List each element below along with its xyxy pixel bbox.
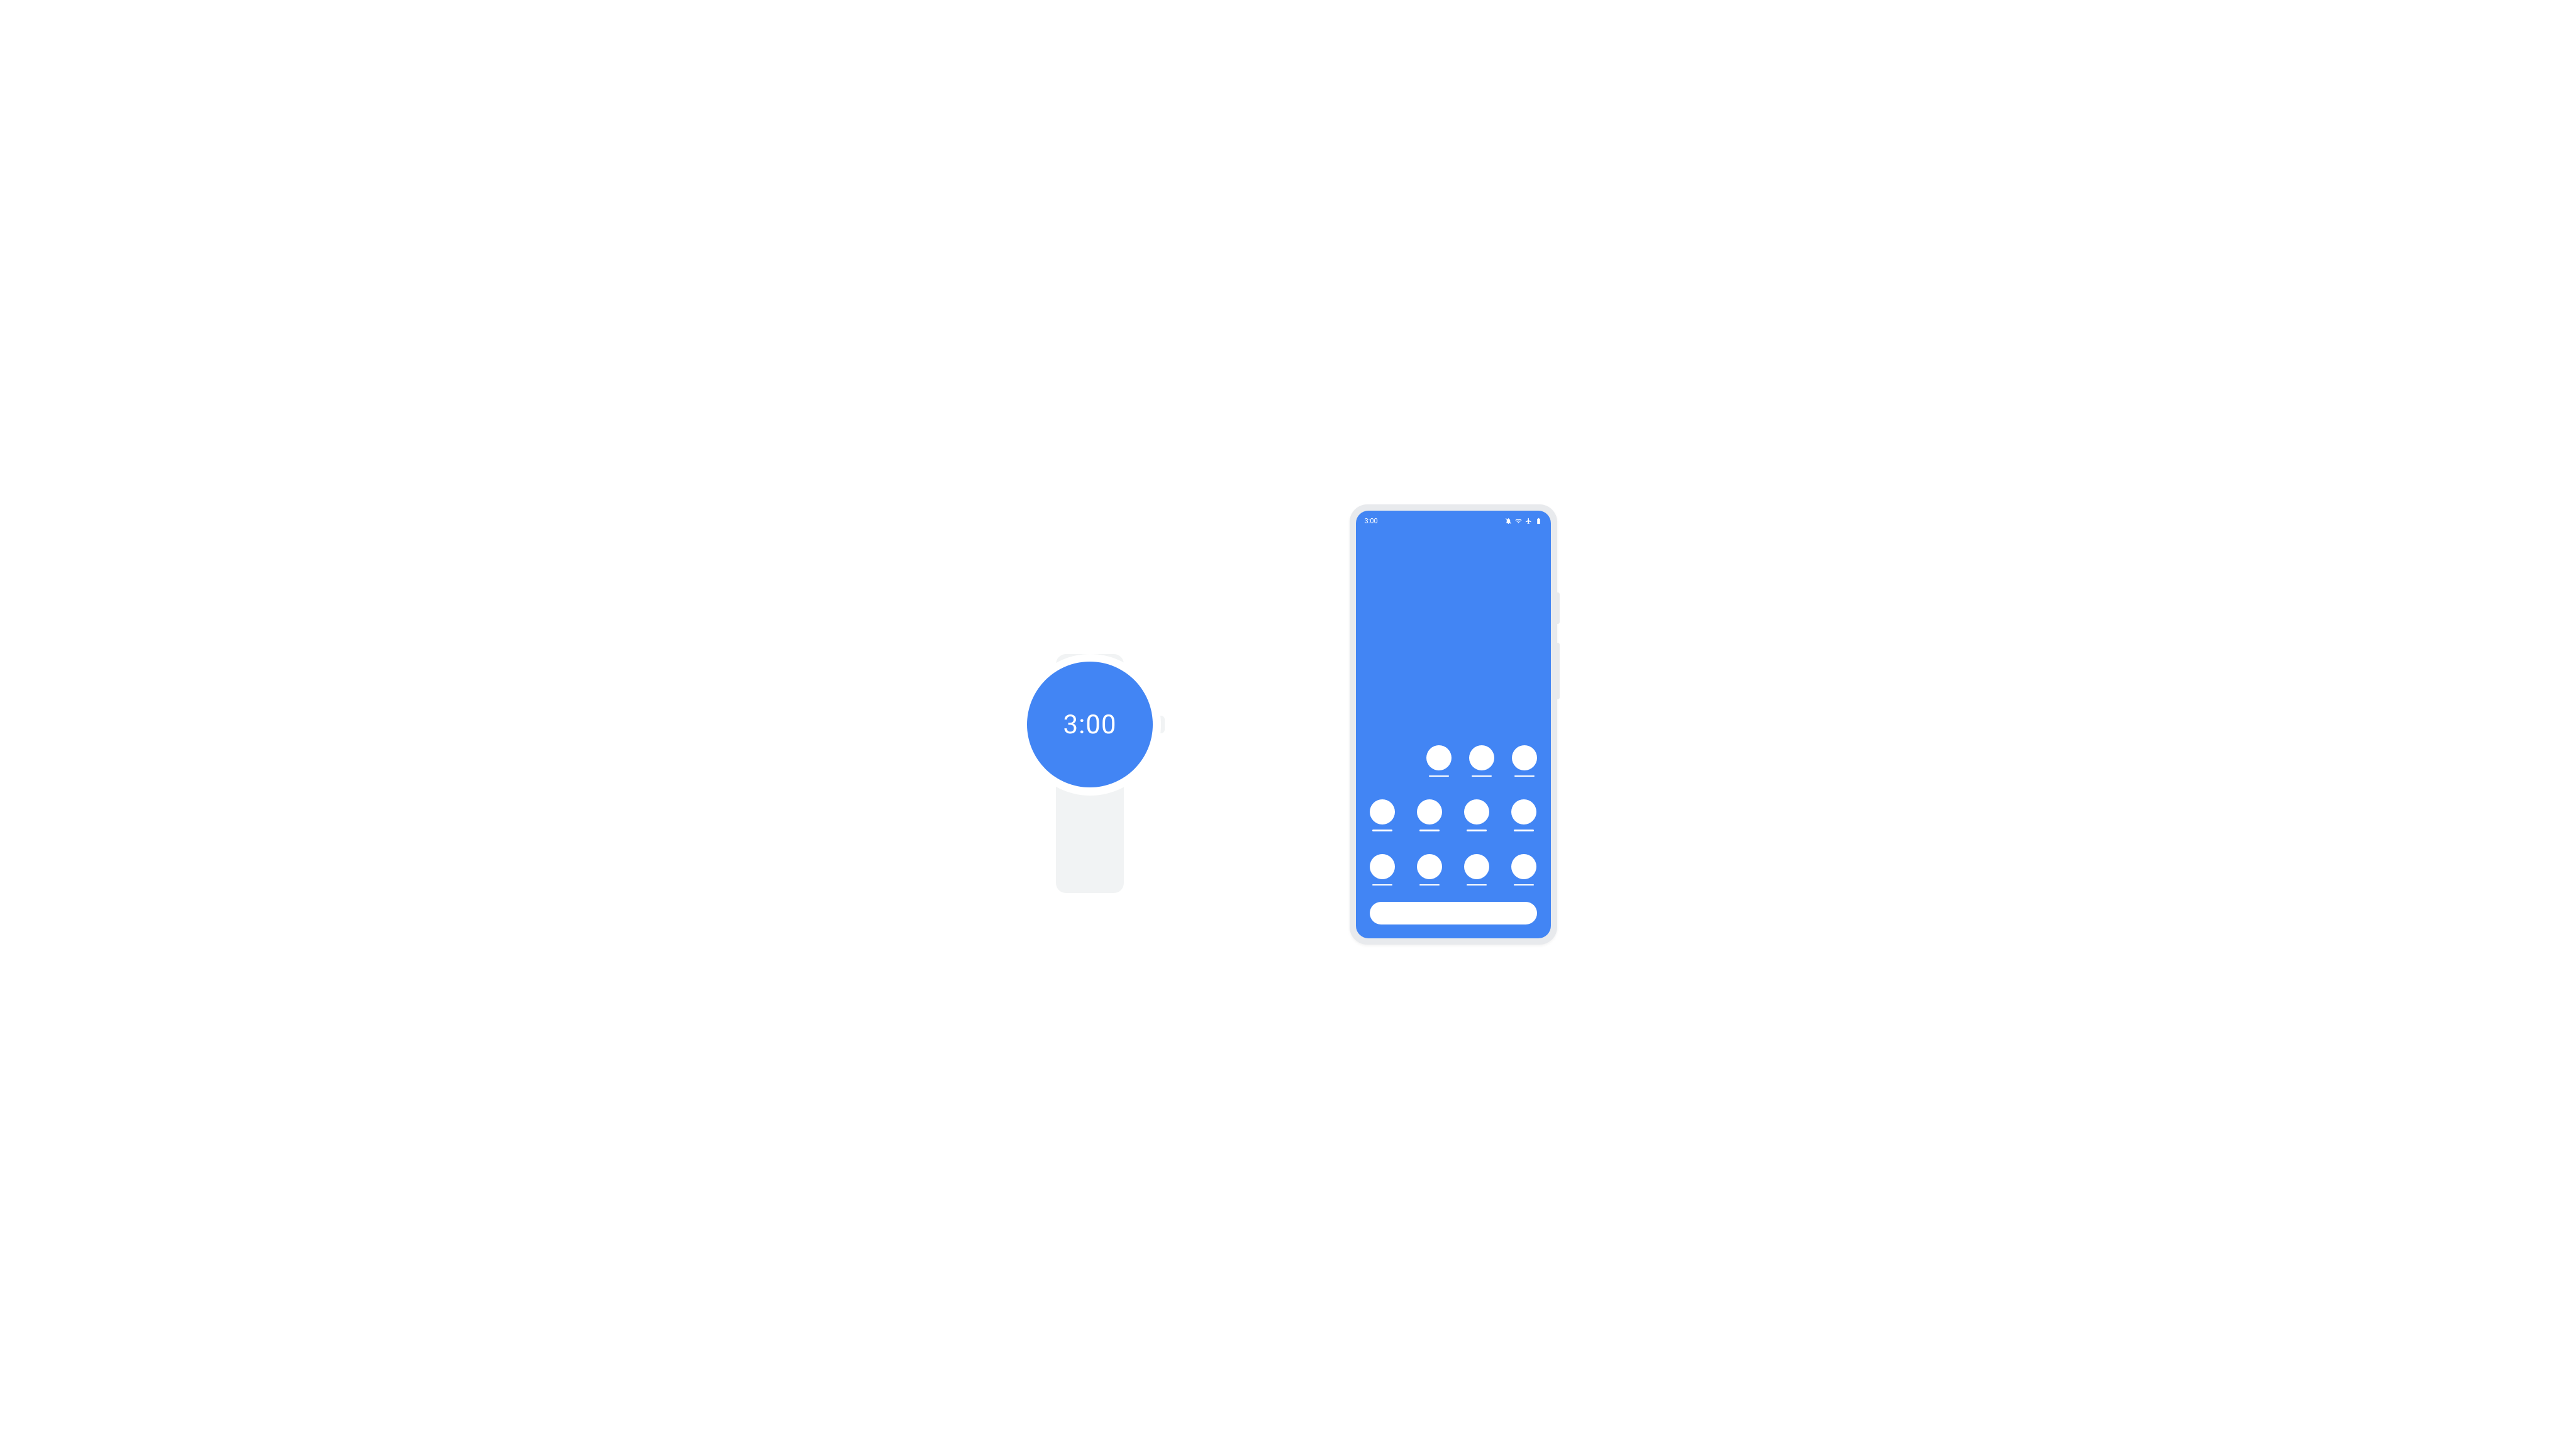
phone-power-button: [1557, 592, 1560, 624]
app-label: [1429, 775, 1449, 777]
app-label: [1467, 884, 1487, 886]
app-icon: [1512, 745, 1537, 770]
app-label: [1514, 830, 1534, 831]
app-icon: [1370, 854, 1395, 879]
app-item[interactable]: [1417, 799, 1442, 831]
app-row: [1370, 854, 1537, 886]
phone-content: [1356, 529, 1551, 938]
app-row: [1370, 799, 1537, 831]
watch-time: 3:00: [1063, 709, 1117, 740]
watch-body: 3:00: [1019, 654, 1161, 796]
app-item[interactable]: [1426, 745, 1452, 777]
app-icon: [1464, 854, 1489, 879]
phone-body: 3:00: [1350, 504, 1557, 945]
app-icon: [1426, 745, 1452, 770]
app-row: [1370, 745, 1537, 777]
status-icons: [1505, 518, 1542, 525]
status-time: 3:00: [1365, 517, 1378, 525]
app-icon: [1417, 854, 1442, 879]
phone-screen: 3:00: [1356, 511, 1551, 938]
app-grid: [1370, 745, 1537, 886]
app-label: [1514, 884, 1534, 886]
app-item[interactable]: [1370, 799, 1395, 831]
app-icon: [1511, 854, 1536, 879]
app-label: [1514, 775, 1535, 777]
airplane-icon: [1525, 518, 1532, 525]
app-icon: [1469, 745, 1494, 770]
app-label: [1419, 830, 1440, 831]
wifi-icon: [1515, 518, 1522, 525]
app-item[interactable]: [1417, 854, 1442, 886]
app-item[interactable]: [1511, 854, 1536, 886]
phone-device: 3:00: [1350, 504, 1557, 945]
battery-icon: [1535, 518, 1542, 525]
dnd-icon: [1505, 518, 1512, 525]
app-label: [1472, 775, 1492, 777]
app-label: [1372, 830, 1392, 831]
app-item[interactable]: [1464, 799, 1489, 831]
watch-face: 3:00: [1027, 662, 1153, 787]
app-icon: [1464, 799, 1489, 824]
device-illustration: 3:00 3:00: [0, 504, 2576, 945]
phone-volume-button: [1557, 643, 1560, 699]
app-icon: [1370, 799, 1395, 824]
app-icon: [1417, 799, 1442, 824]
watch-device: 3:00: [1019, 654, 1161, 796]
app-label: [1372, 884, 1392, 886]
app-item[interactable]: [1464, 854, 1489, 886]
app-icon: [1511, 799, 1536, 824]
search-bar[interactable]: [1370, 902, 1537, 924]
app-label: [1467, 830, 1487, 831]
app-item[interactable]: [1511, 799, 1536, 831]
app-item[interactable]: [1370, 854, 1395, 886]
status-bar: 3:00: [1356, 511, 1551, 529]
app-item[interactable]: [1469, 745, 1494, 777]
app-item[interactable]: [1512, 745, 1537, 777]
app-label: [1419, 884, 1440, 886]
